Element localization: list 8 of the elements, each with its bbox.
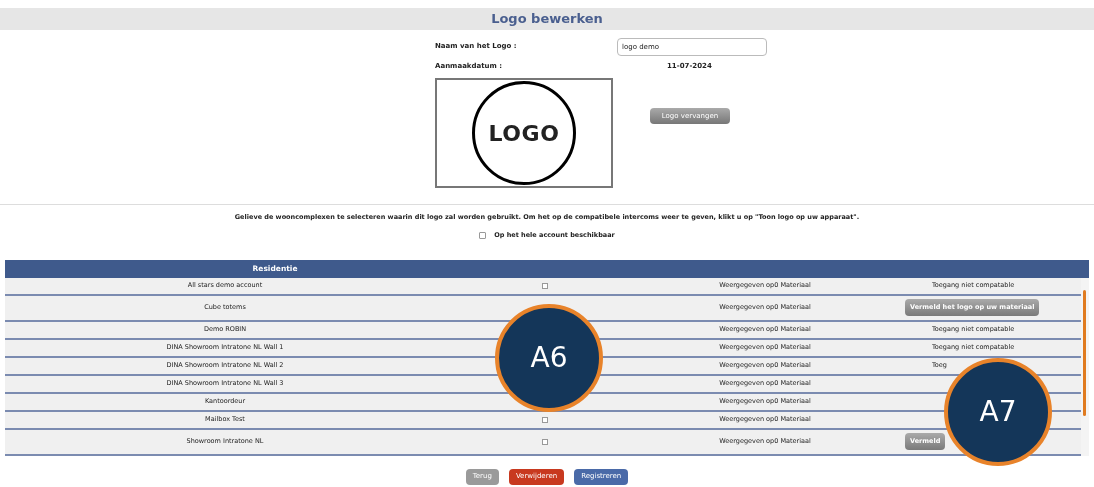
scrollbar[interactable] bbox=[1081, 277, 1089, 456]
scrollbar-thumb[interactable] bbox=[1083, 289, 1086, 416]
checkbox[interactable] bbox=[542, 416, 548, 423]
checkbox[interactable] bbox=[542, 282, 548, 289]
checkbox[interactable] bbox=[479, 232, 487, 240]
checkbox[interactable] bbox=[542, 438, 548, 445]
logo-text: LOGO bbox=[488, 119, 560, 148]
page-title: Logo bewerken bbox=[491, 10, 603, 29]
